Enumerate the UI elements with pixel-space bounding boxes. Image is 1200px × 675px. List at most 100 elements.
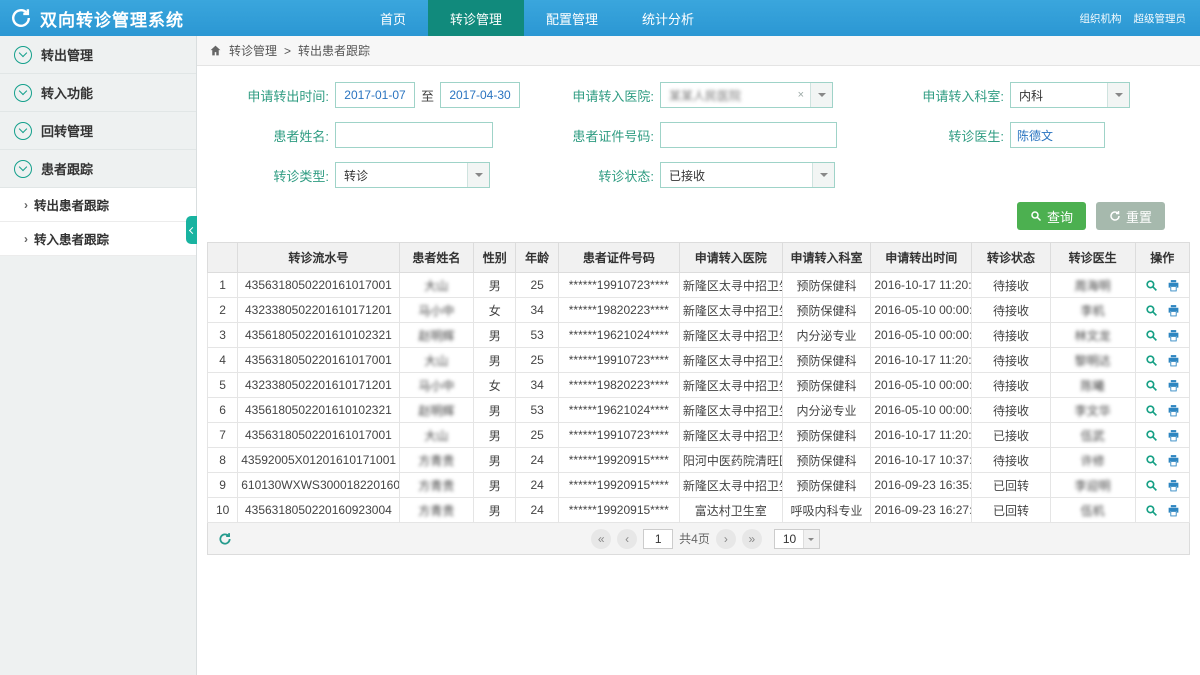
patient-id-label: 患者证件号码: (540, 126, 660, 145)
user-links: 组织机构 超级管理员 (1080, 0, 1200, 36)
col-serial: 转诊流水号 (238, 243, 399, 273)
nav-config-management[interactable]: 配置管理 (524, 0, 620, 36)
chevron-down-icon (1107, 83, 1129, 107)
cell-in-department: 预防保健科 (782, 448, 871, 473)
cell-out-time: 2016-10-17 11:20: (871, 273, 972, 298)
patient-id-input[interactable] (660, 122, 837, 148)
org-link[interactable]: 组织机构 (1080, 11, 1122, 26)
reset-icon (1109, 210, 1121, 222)
cell-age: 34 (516, 373, 558, 398)
row-index: 1 (208, 273, 238, 298)
cell-id-number: ******19910723**** (558, 423, 679, 448)
in-dept-value: 内科 (1019, 87, 1043, 104)
in-dept-select[interactable]: 内科 (1010, 82, 1130, 108)
doctor-label: 转诊医生: (865, 126, 1010, 145)
row-index: 3 (208, 323, 238, 348)
cell-in-department: 呼吸内科专业 (782, 498, 871, 523)
view-record-icon[interactable] (1145, 504, 1158, 517)
sidebar-item-return-management[interactable]: 回转管理 (0, 112, 196, 150)
reset-button[interactable]: 重置 (1096, 202, 1165, 230)
cell-id-number: ******19920915**** (558, 473, 679, 498)
first-page-button[interactable]: « (591, 529, 611, 549)
view-record-icon[interactable] (1145, 454, 1158, 467)
view-record-icon[interactable] (1145, 429, 1158, 442)
cell-serial: 4356180502201610102321 (238, 398, 399, 423)
cell-out-time: 2016-10-17 10:37: (871, 448, 972, 473)
sidebar-item-transfer-out[interactable]: 转出管理 (0, 36, 196, 74)
clear-icon[interactable]: × (798, 89, 804, 101)
cell-age: 25 (516, 423, 558, 448)
main-content: 转诊管理 > 转出患者跟踪 申请转出时间: 至 申请转入医院: (197, 36, 1200, 675)
table-header-row: 转诊流水号 患者姓名 性别 年龄 患者证件号码 申请转入医院 申请转入科室 申请… (208, 243, 1190, 273)
view-record-icon[interactable] (1145, 479, 1158, 492)
page-number-input[interactable] (643, 529, 673, 549)
in-hospital-label: 申请转入医院: (540, 86, 660, 105)
sidebar-collapse-button[interactable] (186, 216, 197, 244)
referral-doctor-input[interactable] (1010, 122, 1105, 148)
cell-id-number: ******19910723**** (558, 348, 679, 373)
sidebar-subitem-incoming-patient-tracking[interactable]: › 转入患者跟踪 (0, 222, 196, 256)
sidebar-item-patient-tracking[interactable]: 患者跟踪 (0, 150, 196, 188)
view-record-icon[interactable] (1145, 304, 1158, 317)
print-icon[interactable] (1167, 354, 1180, 367)
sidebar-item-transfer-in[interactable]: 转入功能 (0, 74, 196, 112)
referral-type-select[interactable]: 转诊 (335, 162, 490, 188)
date-from-input[interactable] (335, 82, 415, 108)
nav-referral-management[interactable]: 转诊管理 (428, 0, 524, 36)
cell-in-hospital: 富达村卫生室 (679, 498, 782, 523)
nav-home[interactable]: 首页 (358, 0, 428, 36)
print-icon[interactable] (1167, 329, 1180, 342)
print-icon[interactable] (1167, 454, 1180, 467)
app-title: 双向转诊管理系统 (40, 6, 184, 31)
date-to-input[interactable] (440, 82, 520, 108)
search-button[interactable]: 查询 (1017, 202, 1086, 230)
sidebar-item-label: 回转管理 (41, 121, 93, 140)
in-hospital-select[interactable]: 某某人民医院 × (660, 82, 833, 108)
cell-doctor: 李机 (1050, 298, 1135, 323)
cell-age: 25 (516, 273, 558, 298)
sidebar: 转出管理 转入功能 回转管理 患者跟踪 › 转出患者跟踪 › 转入患者跟踪 (0, 36, 197, 675)
cell-status: 待接收 (972, 273, 1051, 298)
print-icon[interactable] (1167, 429, 1180, 442)
cell-patient-name: 大山 (399, 273, 474, 298)
cell-actions (1135, 448, 1190, 473)
nav-statistics[interactable]: 统计分析 (620, 0, 716, 36)
next-page-button[interactable]: › (716, 529, 736, 549)
chevron-right-icon: › (24, 232, 28, 246)
cell-serial: 4323380502201610171201 (238, 373, 399, 398)
row-index: 5 (208, 373, 238, 398)
view-record-icon[interactable] (1145, 404, 1158, 417)
view-record-icon[interactable] (1145, 354, 1158, 367)
cell-in-department: 预防保健科 (782, 348, 871, 373)
breadcrumb-section[interactable]: 转诊管理 (229, 42, 277, 59)
refresh-icon[interactable] (218, 532, 232, 546)
cell-in-hospital: 新隆区太寻中招卫生 (679, 423, 782, 448)
cell-doctor: 伍武 (1050, 423, 1135, 448)
print-icon[interactable] (1167, 504, 1180, 517)
col-age: 年龄 (516, 243, 558, 273)
sidebar-item-label: 患者跟踪 (41, 159, 93, 178)
sidebar-subitem-outgoing-patient-tracking[interactable]: › 转出患者跟踪 (0, 188, 196, 222)
page-size-select[interactable]: 10 (774, 529, 820, 549)
print-icon[interactable] (1167, 404, 1180, 417)
main-nav: 首页 转诊管理 配置管理 统计分析 (358, 0, 716, 36)
print-icon[interactable] (1167, 379, 1180, 392)
filter-panel: 申请转出时间: 至 申请转入医院: 某某人民医院 × (197, 66, 1200, 202)
patient-name-input[interactable] (335, 122, 493, 148)
cell-gender: 男 (474, 398, 516, 423)
print-icon[interactable] (1167, 279, 1180, 292)
referral-status-select[interactable]: 已接收 (660, 162, 835, 188)
current-user-link[interactable]: 超级管理员 (1134, 11, 1187, 26)
prev-page-button[interactable]: ‹ (617, 529, 637, 549)
cell-in-hospital: 新隆区太寻中招卫生 (679, 273, 782, 298)
print-icon[interactable] (1167, 304, 1180, 317)
print-icon[interactable] (1167, 479, 1180, 492)
last-page-button[interactable]: » (742, 529, 762, 549)
view-record-icon[interactable] (1145, 379, 1158, 392)
table-row: 74356318050220161017001大山男25******199107… (208, 423, 1190, 448)
chevron-down-icon (803, 530, 819, 548)
col-gender: 性别 (474, 243, 516, 273)
view-record-icon[interactable] (1145, 279, 1158, 292)
view-record-icon[interactable] (1145, 329, 1158, 342)
cell-status: 已回转 (972, 473, 1051, 498)
